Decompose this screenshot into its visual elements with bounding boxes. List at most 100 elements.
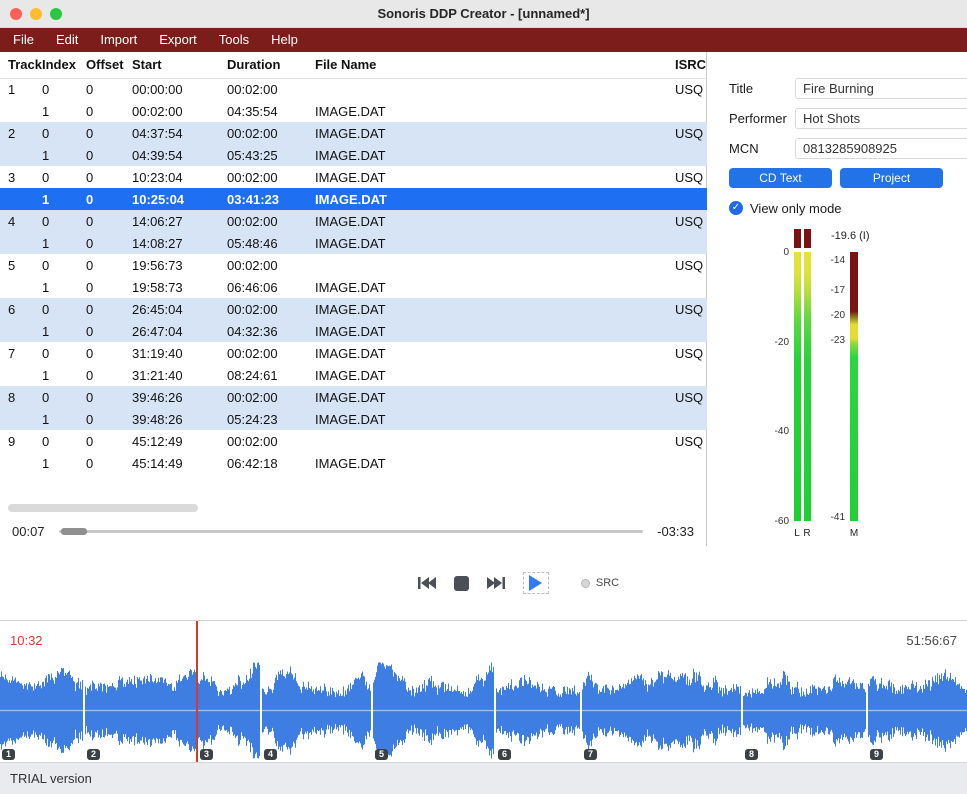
column-header-track[interactable]: Track [0, 52, 42, 78]
src-label: SRC [596, 577, 619, 589]
cell-track: 5 [0, 254, 42, 276]
table-empty-space [0, 474, 706, 504]
column-header-index[interactable]: Index [42, 52, 86, 78]
table-row[interactable]: 1019:58:7306:46:06IMAGE.DAT [0, 276, 707, 298]
table-row[interactable]: 70031:19:4000:02:00IMAGE.DATUSQ [0, 342, 707, 364]
cell-index: 0 [42, 254, 86, 276]
column-header-isrc[interactable]: ISRC [675, 52, 707, 78]
table-row[interactable]: 1045:14:4906:42:18IMAGE.DAT [0, 452, 707, 474]
column-header-file-name[interactable]: File Name [315, 52, 675, 78]
table-row[interactable]: 20004:37:5400:02:00IMAGE.DATUSQ [0, 122, 707, 144]
scrollbar-thumb[interactable] [8, 504, 198, 512]
waveform-track-5[interactable]: 5 [373, 659, 494, 762]
stop-button[interactable] [454, 576, 469, 591]
minimize-button[interactable] [30, 8, 42, 20]
view-only-mode-checkbox[interactable]: ✓ View only mode [729, 200, 943, 216]
cell-duration: 00:02:00 [227, 210, 315, 232]
cell-start: 04:39:54 [132, 144, 227, 166]
cell-duration: 00:02:00 [227, 386, 315, 408]
play-button[interactable] [523, 572, 549, 594]
project-button[interactable]: Project [840, 168, 943, 188]
src-indicator-light[interactable] [581, 579, 590, 588]
waveform-track-4[interactable]: 4 [262, 659, 371, 762]
menu-help[interactable]: Help [260, 28, 309, 52]
cell-index: 0 [42, 342, 86, 364]
cell-track [0, 452, 42, 474]
cell-offset: 0 [86, 188, 132, 210]
meter-scale-label: -20 [747, 337, 789, 348]
table-row[interactable]: 1014:08:2705:48:46IMAGE.DAT [0, 232, 707, 254]
playhead[interactable] [196, 621, 198, 762]
seek-slider[interactable] [59, 530, 644, 533]
cell-start: 39:46:26 [132, 386, 227, 408]
waveform-track-3[interactable]: 3 [198, 659, 260, 762]
status-bar: TRIAL version [0, 762, 967, 794]
cell-file: IMAGE.DAT [315, 144, 675, 166]
table-row[interactable]: 1031:21:4008:24:61IMAGE.DAT [0, 364, 707, 386]
maximize-button[interactable] [50, 8, 62, 20]
track-list-pane: TrackIndexOffsetStartDurationFile NameIS… [0, 52, 707, 546]
waveform-track-9[interactable]: 9 [868, 659, 967, 762]
title-label: Title [729, 81, 795, 96]
next-track-button[interactable] [487, 576, 505, 590]
table-row[interactable]: 30010:23:0400:02:00IMAGE.DATUSQ [0, 166, 707, 188]
menu-edit[interactable]: Edit [45, 28, 89, 52]
waveform-overview[interactable]: 123456789 [0, 659, 967, 762]
cell-start: 31:19:40 [132, 342, 227, 364]
cell-index: 1 [42, 100, 86, 122]
table-row[interactable]: 90045:12:4900:02:00USQ [0, 430, 707, 452]
cell-offset: 0 [86, 210, 132, 232]
menu-file[interactable]: File [2, 28, 45, 52]
skip-back-icon [418, 576, 436, 590]
meter-scale-label: -23 [805, 335, 845, 346]
waveform-track-8[interactable]: 8 [743, 659, 866, 762]
waveform-track-6[interactable]: 6 [496, 659, 580, 762]
cell-duration: 00:02:00 [227, 342, 315, 364]
meter-bar-loudness [850, 252, 858, 521]
table-row[interactable]: 10000:00:0000:02:00USQ [0, 78, 707, 100]
horizontal-scrollbar[interactable] [0, 504, 706, 512]
cell-offset: 0 [86, 166, 132, 188]
table-row[interactable]: 60026:45:0400:02:00IMAGE.DATUSQ [0, 298, 707, 320]
cell-track: 1 [0, 78, 42, 100]
table-row[interactable]: 1039:48:2605:24:23IMAGE.DAT [0, 408, 707, 430]
menu-import[interactable]: Import [89, 28, 148, 52]
cell-start: 00:02:00 [132, 100, 227, 122]
table-row[interactable]: 1010:25:0403:41:23IMAGE.DAT [0, 188, 707, 210]
column-header-duration[interactable]: Duration [227, 52, 315, 78]
column-header-offset[interactable]: Offset [86, 52, 132, 78]
table-header-row: TrackIndexOffsetStartDurationFile NameIS… [0, 52, 707, 78]
cell-isrc: USQ [675, 122, 707, 144]
cell-isrc: USQ [675, 210, 707, 232]
performer-field[interactable] [795, 108, 967, 129]
seek-slider-thumb[interactable] [61, 528, 87, 535]
mcn-field[interactable] [795, 138, 967, 159]
cell-file: IMAGE.DAT [315, 100, 675, 122]
level-meters: -19.6 (I) L R M 0-20-40-60-14-17-20-23-4… [729, 228, 943, 540]
cell-track: 7 [0, 342, 42, 364]
cd-text-button[interactable]: CD Text [729, 168, 832, 188]
table-row[interactable]: 1000:02:0004:35:54IMAGE.DAT [0, 100, 707, 122]
table-row[interactable]: 1026:47:0404:32:36IMAGE.DAT [0, 320, 707, 342]
waveform-track-2[interactable]: 2 [85, 659, 196, 762]
table-row[interactable]: 1004:39:5405:43:25IMAGE.DAT [0, 144, 707, 166]
table-row[interactable]: 40014:06:2700:02:00IMAGE.DATUSQ [0, 210, 707, 232]
menu-export[interactable]: Export [148, 28, 208, 52]
waveform-track-7[interactable]: 7 [582, 659, 741, 762]
cell-file: IMAGE.DAT [315, 122, 675, 144]
cell-isrc [675, 364, 707, 386]
waveform-track-1[interactable]: 1 [0, 659, 83, 762]
previous-track-button[interactable] [418, 576, 436, 590]
column-header-start[interactable]: Start [132, 52, 227, 78]
table-row[interactable]: 80039:46:2600:02:00IMAGE.DATUSQ [0, 386, 707, 408]
clip-indicator-right [804, 229, 811, 248]
track-table: TrackIndexOffsetStartDurationFile NameIS… [0, 52, 707, 474]
cell-track: 8 [0, 386, 42, 408]
close-button[interactable] [10, 8, 22, 20]
table-row[interactable]: 50019:56:7300:02:00USQ [0, 254, 707, 276]
menu-tools[interactable]: Tools [208, 28, 260, 52]
cell-index: 0 [42, 430, 86, 452]
title-field[interactable] [795, 78, 967, 99]
cell-file [315, 254, 675, 276]
cell-file: IMAGE.DAT [315, 232, 675, 254]
